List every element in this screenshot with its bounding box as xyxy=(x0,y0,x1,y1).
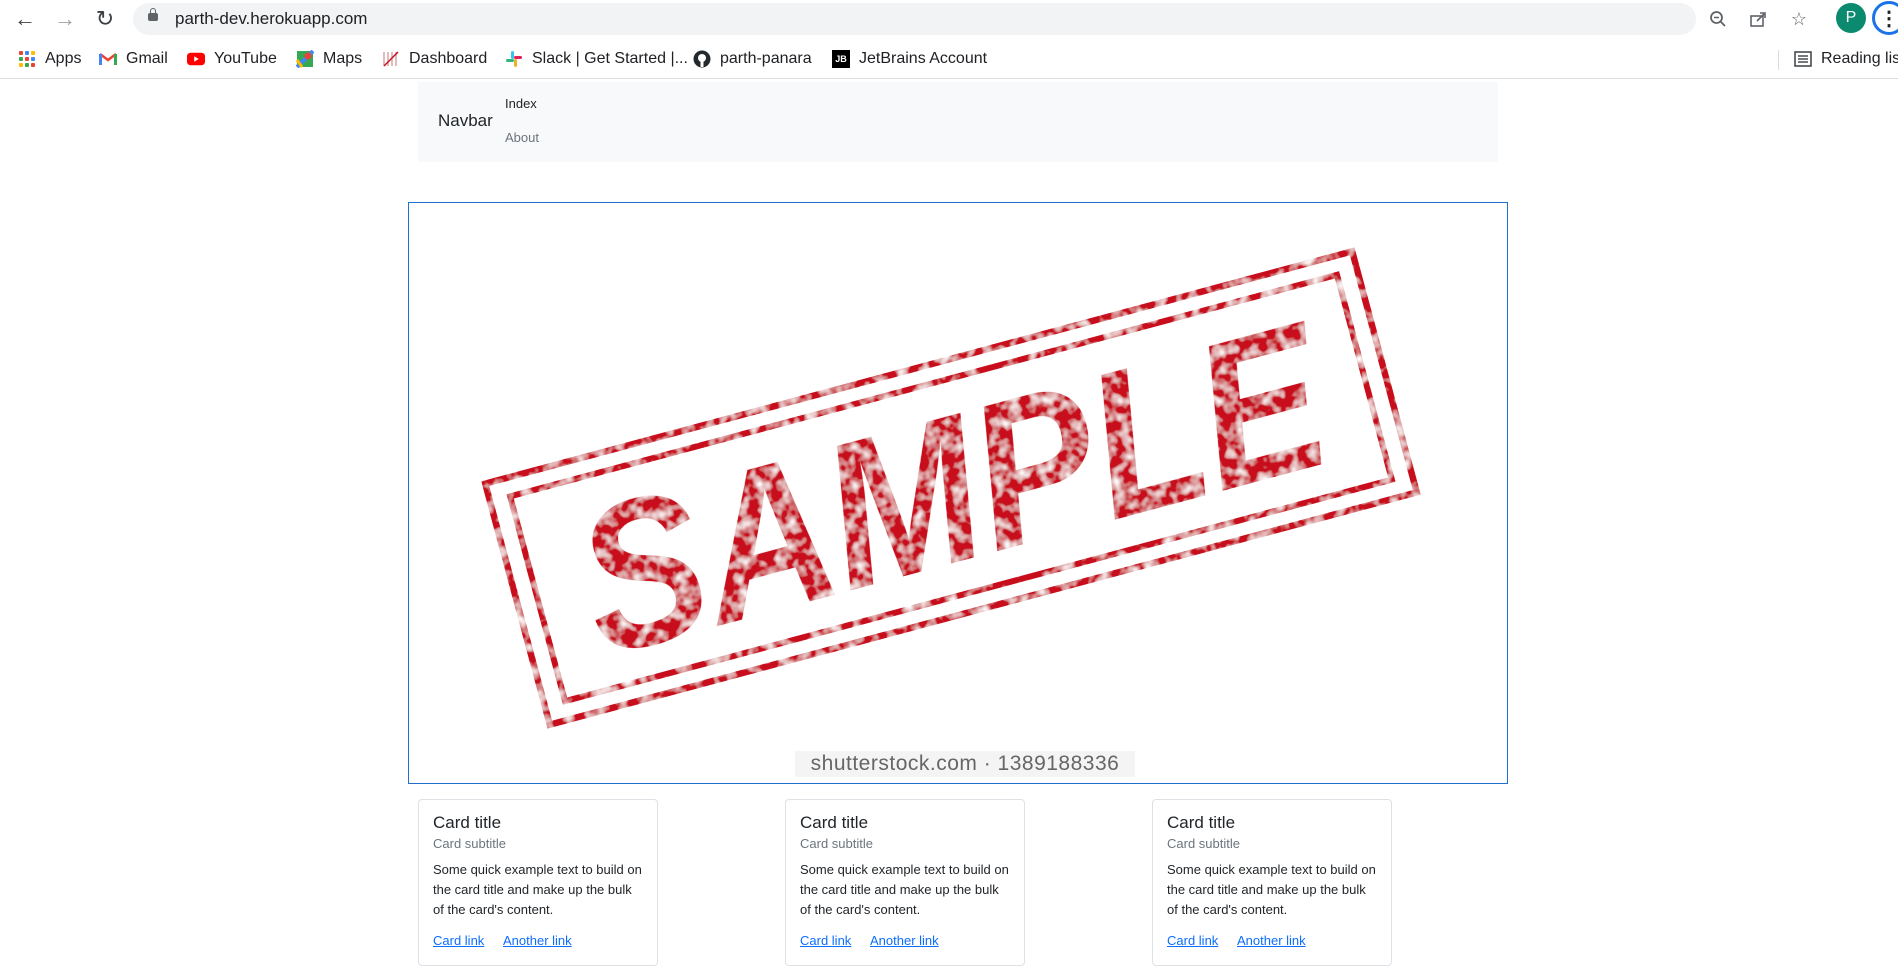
bookmark-separator xyxy=(1778,50,1779,70)
bookmark-maps[interactable]: Maps xyxy=(296,48,362,70)
lock-icon xyxy=(148,8,158,21)
card-another-link[interactable]: Another link xyxy=(503,933,572,948)
card-another-link[interactable]: Another link xyxy=(870,933,939,948)
bookmark-github[interactable]: parth-panara xyxy=(693,48,812,70)
card-link[interactable]: Card link xyxy=(433,933,484,948)
reload-icon[interactable]: ↻ xyxy=(91,5,119,33)
bookmark-label: Dashboard xyxy=(409,50,488,67)
bookmark-dashboard[interactable]: Dashboard xyxy=(382,48,487,70)
reading-list-button[interactable]: Reading list xyxy=(1794,48,1898,70)
card-title: Card title xyxy=(1167,813,1236,832)
gmail-icon xyxy=(99,50,117,68)
card-another-link[interactable]: Another link xyxy=(1237,933,1306,948)
card-subtitle: Card subtitle xyxy=(1167,836,1240,851)
browser-toolbar: ← → ↻ parth-dev.herokuapp.com ☆ P ⋮ xyxy=(0,0,1898,38)
browser-menu-icon[interactable]: ⋮ xyxy=(1872,1,1898,35)
youtube-icon xyxy=(187,50,205,68)
hero-image: SAMPLE shutterstock.com · 1389188336 xyxy=(408,202,1508,784)
card-text: Some quick example text to build on the … xyxy=(433,862,642,917)
bookmark-jetbrains[interactable]: JB JetBrains Account xyxy=(832,48,987,70)
github-icon xyxy=(693,50,711,68)
dashboard-icon xyxy=(382,50,400,68)
apps-grid-icon xyxy=(18,50,36,68)
bookmark-label: YouTube xyxy=(214,50,277,67)
address-bar[interactable]: parth-dev.herokuapp.com ☆ xyxy=(133,3,1807,35)
nav-link-about[interactable]: About xyxy=(505,130,539,145)
card-link[interactable]: Card link xyxy=(800,933,851,948)
bookmark-youtube[interactable]: YouTube xyxy=(187,48,277,70)
sample-stamp-graphic: SAMPLE xyxy=(473,239,1429,737)
bookmark-label: Maps xyxy=(323,50,363,67)
bookmark-star-icon[interactable]: ☆ xyxy=(1788,8,1810,30)
image-watermark: shutterstock.com · 1389188336 xyxy=(795,751,1135,777)
bookmark-label: Apps xyxy=(45,50,82,67)
stamp-text: SAMPLE xyxy=(554,278,1353,700)
card: Card title Card subtitle Some quick exam… xyxy=(785,799,1025,966)
card-subtitle: Card subtitle xyxy=(433,836,506,851)
bookmark-label: Slack | Get Started |... xyxy=(532,50,688,67)
slack-icon xyxy=(505,50,523,68)
card-title: Card title xyxy=(433,813,502,832)
card: Card title Card subtitle Some quick exam… xyxy=(418,799,658,966)
share-icon[interactable] xyxy=(1747,8,1769,30)
navbar-brand[interactable]: Navbar xyxy=(438,111,493,131)
profile-avatar[interactable]: P xyxy=(1836,3,1866,33)
card-link[interactable]: Card link xyxy=(1167,933,1218,948)
reading-list-label: Reading list xyxy=(1821,50,1898,67)
bookmark-label: Gmail xyxy=(126,50,168,67)
card-text: Some quick example text to build on the … xyxy=(1167,862,1376,917)
bookmark-label: parth-panara xyxy=(720,50,812,67)
url-text[interactable]: parth-dev.herokuapp.com xyxy=(175,9,367,29)
card-title: Card title xyxy=(800,813,869,832)
bookmark-apps[interactable]: Apps xyxy=(18,48,81,70)
nav-link-index[interactable]: Index xyxy=(505,96,537,111)
forward-arrow-icon[interactable]: → xyxy=(51,5,79,33)
reading-list-icon xyxy=(1794,50,1812,68)
zoom-icon[interactable] xyxy=(1707,8,1729,30)
bookmarks-bar: Apps Gmail YouTube Maps Dashboard Slack … xyxy=(0,40,1898,79)
bookmark-gmail[interactable]: Gmail xyxy=(99,48,168,70)
card: Card title Card subtitle Some quick exam… xyxy=(1152,799,1392,966)
card-text: Some quick example text to build on the … xyxy=(800,862,1009,917)
back-arrow-icon[interactable]: ← xyxy=(11,5,39,33)
bookmark-label: JetBrains Account xyxy=(859,50,988,67)
bookmark-slack[interactable]: Slack | Get Started |... xyxy=(505,48,688,70)
site-navbar: Navbar Index About xyxy=(418,82,1498,162)
jetbrains-icon: JB xyxy=(832,50,850,68)
card-subtitle: Card subtitle xyxy=(800,836,873,851)
maps-icon xyxy=(296,50,314,68)
